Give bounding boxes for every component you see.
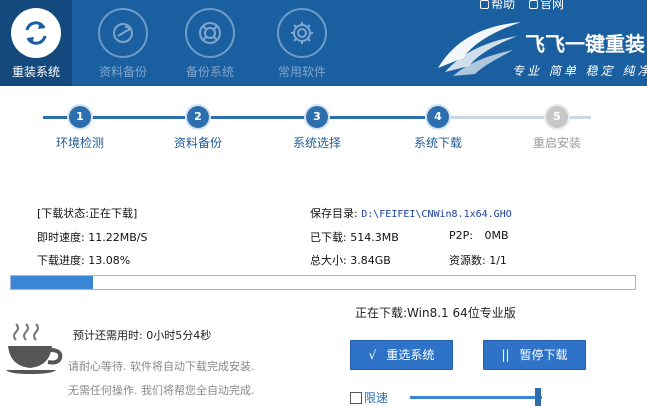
- step-number: 4: [427, 106, 449, 128]
- sources-row: 资源数: 1/1: [449, 252, 507, 268]
- downloaded-row: 已下载: 514.3MB: [310, 229, 399, 245]
- step-label: 重启安装: [532, 136, 581, 150]
- step-label: 系统选择: [292, 136, 341, 150]
- lifebuoy-icon: [185, 8, 235, 58]
- pause-download-label: 暂停下载: [519, 348, 568, 362]
- step-system-download: 4 系统下载: [393, 106, 483, 151]
- nav-label: 资料备份: [98, 65, 147, 79]
- app-header: 重装系统 资料备份 备份系统 常用软件 帮助 官网 飞飞一键重装 专业 简单 稳…: [0, 0, 647, 86]
- download-status: [下载状态:正在下载]: [37, 207, 138, 220]
- refresh-icon: [11, 8, 61, 58]
- speed-label: 即时速度:: [37, 231, 85, 244]
- website-link-label: 官网: [539, 0, 564, 11]
- speed-limit-slider[interactable]: [410, 396, 542, 399]
- step-label: 环境检测: [55, 136, 104, 150]
- step-system-select: 3 系统选择: [272, 106, 362, 151]
- step-env-check: 1 环境检测: [35, 106, 125, 151]
- current-download-row: 正在下载:Win8.1 64位专业版: [355, 304, 516, 321]
- website-link[interactable]: 官网: [528, 0, 564, 11]
- download-progress-fill: [11, 276, 93, 289]
- step-number: 3: [306, 106, 328, 128]
- pause-download-button[interactable]: || 暂停下载: [483, 340, 586, 370]
- nav-label: 重装系统: [11, 65, 60, 79]
- notice-line-2: 无需任何操作. 我们将帮您全自动完成.: [68, 384, 255, 397]
- p2p-row: P2P: 0MB: [449, 229, 509, 242]
- nav-label: 常用软件: [277, 65, 326, 79]
- total-size-row: 总大小: 3.84GB: [310, 252, 391, 268]
- top-links: 帮助 官网: [470, 0, 564, 11]
- step-number: 1: [69, 106, 91, 128]
- save-dir-label: 保存目录:: [310, 207, 358, 220]
- speed-value: 11.22MB/S: [88, 231, 148, 244]
- help-link[interactable]: 帮助: [480, 0, 515, 11]
- total-size-value: 3.84GB: [350, 254, 391, 267]
- current-download-value: Win8.1 64位专业版: [407, 306, 516, 320]
- sync-icon: [98, 8, 148, 58]
- nav-common-software[interactable]: 常用软件: [266, 0, 338, 86]
- save-dir-path: D:\FEIFEI\CNWin8.1x64.GHO: [361, 209, 512, 220]
- help-icon: [480, 0, 490, 9]
- current-download-label: 正在下载:: [355, 306, 408, 320]
- help-link-label: 帮助: [491, 0, 516, 11]
- wing-logo-icon: [438, 22, 521, 76]
- gear-icon: [277, 8, 327, 58]
- nav-data-backup[interactable]: 资料备份: [87, 0, 159, 86]
- check-icon: √: [368, 348, 377, 362]
- progress-row: 下载进度: 13.08%: [37, 252, 130, 268]
- brand-title: 飞飞一键重装: [525, 32, 645, 56]
- p2p-value: 0MB: [484, 229, 509, 242]
- sources-label: 资源数:: [449, 254, 486, 267]
- pause-icon: ||: [501, 348, 510, 362]
- eta-value: 0小时5分4秒: [146, 329, 212, 342]
- eta-label: 预计还需用时:: [73, 329, 143, 342]
- brand-slogan: 专业 简单 稳定 纯净: [512, 64, 647, 78]
- step-data-backup: 2 资料备份: [153, 106, 243, 151]
- total-size-label: 总大小:: [310, 254, 347, 267]
- nav-reinstall-system[interactable]: 重装系统: [0, 0, 72, 86]
- reselect-system-label: 重选系统: [386, 348, 435, 362]
- notice-line-1: 请耐心等待. 软件将自动下载完成安装.: [68, 360, 255, 373]
- step-number: 5: [546, 106, 568, 128]
- step-label: 资料备份: [173, 136, 222, 150]
- downloaded-label: 已下载:: [310, 231, 347, 244]
- p2p-label: P2P:: [449, 229, 473, 242]
- speed-limit-slider-handle[interactable]: [535, 388, 541, 406]
- nav-backup-system[interactable]: 备份系统: [174, 0, 246, 86]
- eta-row: 预计还需用时: 0小时5分4秒: [73, 327, 211, 343]
- progress-value: 13.08%: [88, 254, 131, 267]
- speed-limit-checkbox[interactable]: 限速: [350, 389, 388, 406]
- download-progress-bar: [10, 275, 636, 290]
- step-number: 2: [187, 106, 209, 128]
- nav-label: 备份系统: [185, 65, 234, 79]
- reselect-system-button[interactable]: √ 重选系统: [350, 340, 453, 370]
- checkbox-box[interactable]: [350, 392, 362, 404]
- step-label: 系统下载: [413, 136, 462, 150]
- speed-row: 即时速度: 11.22MB/S: [37, 229, 147, 245]
- coffee-cup-icon: [6, 323, 63, 374]
- install-steps: 1 环境检测 2 资料备份 3 系统选择 4 系统下载 5 重启安装: [0, 86, 647, 166]
- home-icon: [528, 0, 538, 9]
- sources-value: 1/1: [489, 254, 507, 267]
- progress-label: 下载进度:: [37, 254, 85, 267]
- speed-limit-label: 限速: [364, 391, 389, 405]
- save-dir-row: 保存目录: D:\FEIFEI\CNWin8.1x64.GHO: [310, 205, 512, 221]
- downloaded-value: 514.3MB: [350, 231, 399, 244]
- step-reboot-install: 5 重启安装: [512, 106, 602, 151]
